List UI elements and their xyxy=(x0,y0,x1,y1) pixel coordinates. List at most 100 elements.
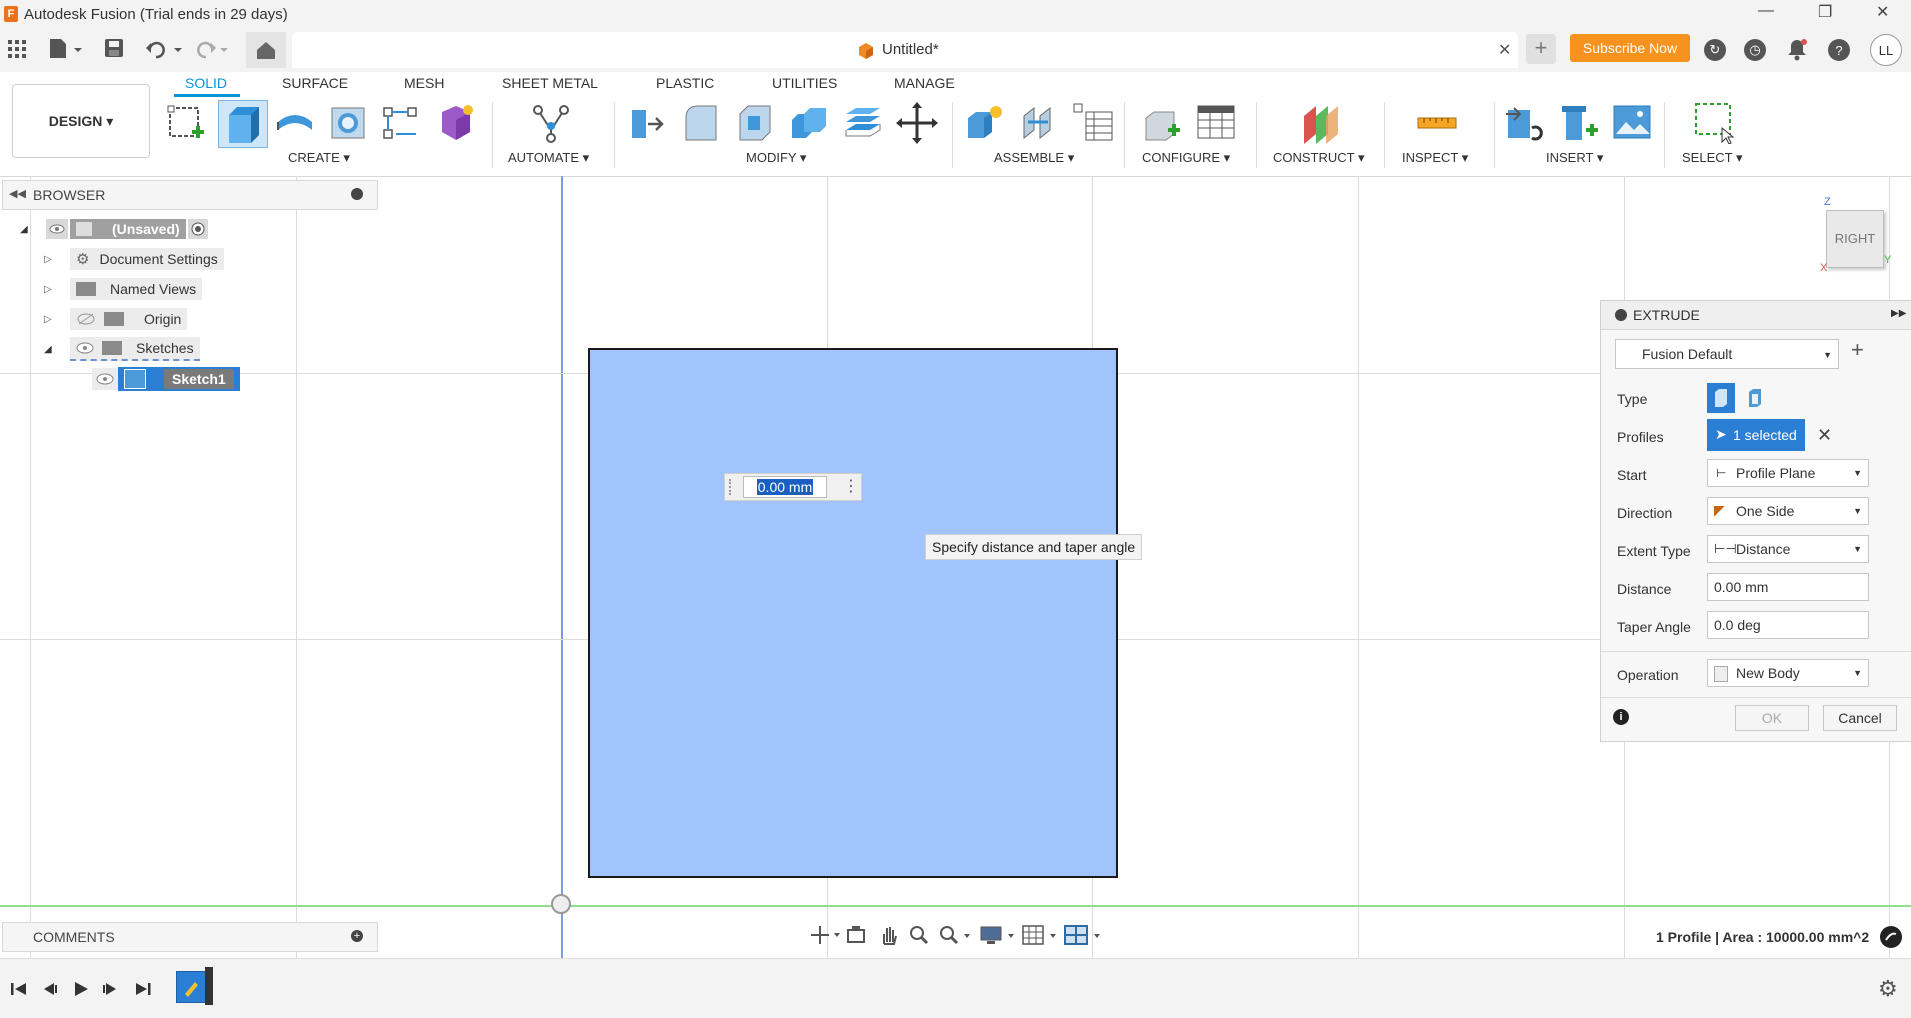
type-thin-button[interactable] xyxy=(1741,383,1769,413)
operation-dropdown[interactable]: New Body ▼ xyxy=(1707,659,1869,687)
look-at-icon[interactable] xyxy=(846,924,868,946)
display-settings-icon[interactable] xyxy=(980,924,1016,946)
browser-item-origin[interactable]: ▷ Origin xyxy=(44,308,188,330)
subscribe-now-button[interactable]: Subscribe Now xyxy=(1570,34,1690,62)
tab-solid[interactable]: SOLID xyxy=(185,75,227,91)
collapse-dialog-icon[interactable] xyxy=(1615,309,1627,321)
help-icon[interactable]: ? xyxy=(1828,39,1850,61)
inspect-group-label[interactable]: INSPECT ▾ xyxy=(1402,150,1468,166)
maximize-button[interactable]: ❐ xyxy=(1818,2,1832,22)
expand-caret-icon[interactable]: ▷ xyxy=(44,314,70,325)
taper-angle-input[interactable]: 0.0 deg xyxy=(1707,611,1869,639)
more-options-icon[interactable]: ⋮ xyxy=(843,476,859,496)
visibility-eye-icon[interactable] xyxy=(46,219,68,239)
user-avatar[interactable]: LL xyxy=(1870,34,1902,66)
extrude-tool-button[interactable] xyxy=(218,100,268,148)
zoom-window-icon[interactable] xyxy=(938,924,972,946)
measure-icon[interactable] xyxy=(1416,102,1458,144)
origin-point[interactable] xyxy=(551,894,571,914)
save-icon[interactable] xyxy=(104,38,124,58)
data-panel-grid-icon[interactable] xyxy=(8,40,26,58)
expand-dialog-icon[interactable]: ▶▶ xyxy=(1891,308,1906,319)
document-tab[interactable]: Untitled* ✕ xyxy=(292,32,1518,68)
viewcube[interactable]: RIGHT xyxy=(1826,210,1884,268)
status-menu-icon[interactable] xyxy=(1880,926,1902,948)
select-group-label[interactable]: SELECT ▾ xyxy=(1682,150,1742,166)
extent-type-dropdown[interactable]: ⊢⊣ Distance ▼ xyxy=(1707,535,1869,563)
assemble-group-label[interactable]: ASSEMBLE ▾ xyxy=(994,150,1074,166)
fillet-icon[interactable] xyxy=(680,102,722,144)
sketch1-node[interactable]: Sketch1 xyxy=(118,367,240,391)
sketch-profile[interactable] xyxy=(588,348,1118,878)
distance-inline-input[interactable]: 0.00 mm xyxy=(743,476,827,498)
timeline-marker[interactable] xyxy=(205,967,213,1005)
insert-derive-icon[interactable] xyxy=(1504,102,1546,144)
pan-hand-icon[interactable] xyxy=(878,924,900,946)
undo-icon[interactable] xyxy=(146,38,182,60)
distance-input[interactable]: 0.00 mm xyxy=(1707,573,1869,601)
play-icon[interactable] xyxy=(72,981,90,997)
info-icon[interactable]: i xyxy=(1613,709,1629,725)
step-back-icon[interactable] xyxy=(40,981,58,997)
add-preset-button[interactable]: + xyxy=(1851,337,1864,363)
tab-sheet-metal[interactable]: SHEET METAL xyxy=(502,75,598,91)
shell-icon[interactable] xyxy=(734,102,776,144)
workspace-switcher[interactable]: DESIGN ▾ xyxy=(12,84,150,158)
create-group-label[interactable]: CREATE ▾ xyxy=(288,150,350,166)
configure-icon[interactable] xyxy=(1142,102,1184,144)
collapse-caret-icon[interactable]: ◢ xyxy=(44,344,70,355)
go-to-end-icon[interactable] xyxy=(134,981,152,997)
modify-group-label[interactable]: MODIFY ▾ xyxy=(746,150,806,166)
browser-minimize-icon[interactable] xyxy=(351,188,363,200)
start-dropdown[interactable]: ⊢ Profile Plane ▼ xyxy=(1707,459,1869,487)
move-copy-icon[interactable] xyxy=(896,102,938,144)
insert-group-label[interactable]: INSERT ▾ xyxy=(1546,150,1603,166)
revolve-icon[interactable] xyxy=(274,102,316,144)
insert-canvas-icon[interactable] xyxy=(1612,102,1654,144)
tab-surface[interactable]: SURFACE xyxy=(282,75,348,91)
profiles-selection-button[interactable]: ➤ 1 selected xyxy=(1707,419,1805,451)
visibility-eye-icon[interactable] xyxy=(92,368,118,390)
tab-utilities[interactable]: UTILITIES xyxy=(772,75,837,91)
joint-icon[interactable] xyxy=(1018,102,1060,144)
automate-icon[interactable] xyxy=(530,102,572,144)
collapse-caret-icon[interactable]: ◢ xyxy=(20,224,46,235)
minimize-button[interactable]: — xyxy=(1758,2,1774,20)
create-form-icon[interactable] xyxy=(434,102,476,144)
expand-caret-icon[interactable]: ▷ xyxy=(44,254,70,265)
cancel-button[interactable]: Cancel xyxy=(1823,705,1897,731)
pattern-icon[interactable] xyxy=(380,102,422,144)
bill-of-materials-icon[interactable] xyxy=(1072,102,1114,144)
new-tab-button[interactable]: + xyxy=(1526,34,1556,64)
go-to-start-icon[interactable] xyxy=(10,981,28,997)
visibility-eye-icon[interactable] xyxy=(76,342,94,354)
grid-snaps-icon[interactable] xyxy=(1022,924,1058,946)
add-comment-icon[interactable]: + xyxy=(351,930,363,942)
create-sketch-icon[interactable] xyxy=(166,102,208,144)
browser-item-sketches[interactable]: ◢ Sketches xyxy=(44,337,200,361)
configuration-table-icon[interactable] xyxy=(1196,102,1238,144)
activate-radio-icon[interactable] xyxy=(187,219,208,239)
redo-icon[interactable] xyxy=(194,38,230,60)
step-forward-icon[interactable] xyxy=(102,981,120,997)
clear-selection-icon[interactable]: ✕ xyxy=(1817,425,1832,446)
drag-handle-icon[interactable] xyxy=(729,479,737,495)
browser-root-node[interactable]: (Unsaved) xyxy=(70,219,186,239)
viewports-icon[interactable] xyxy=(1064,924,1104,946)
hole-icon[interactable] xyxy=(328,102,370,144)
ok-button[interactable]: OK xyxy=(1735,705,1809,731)
combine-icon[interactable] xyxy=(788,102,830,144)
construct-group-label[interactable]: CONSTRUCT ▾ xyxy=(1273,150,1365,166)
browser-item-document-settings[interactable]: ▷ ⚙ Document Settings xyxy=(44,248,224,270)
expand-caret-icon[interactable]: ▷ xyxy=(44,284,70,295)
browser-item-named-views[interactable]: ▷ Named Views xyxy=(44,278,203,300)
configure-group-label[interactable]: CONFIGURE ▾ xyxy=(1142,150,1230,166)
extensions-icon[interactable]: ↻ xyxy=(1704,39,1726,61)
close-tab-button[interactable]: ✕ xyxy=(1498,40,1511,60)
file-menu-icon[interactable] xyxy=(48,38,82,60)
job-status-icon[interactable]: ◷ xyxy=(1744,39,1766,61)
preset-dropdown[interactable]: Fusion Default ▼ xyxy=(1615,339,1839,369)
type-solid-button[interactable] xyxy=(1707,383,1735,413)
insert-mcmaster-icon[interactable] xyxy=(1558,102,1600,144)
zoom-icon[interactable] xyxy=(908,924,930,946)
